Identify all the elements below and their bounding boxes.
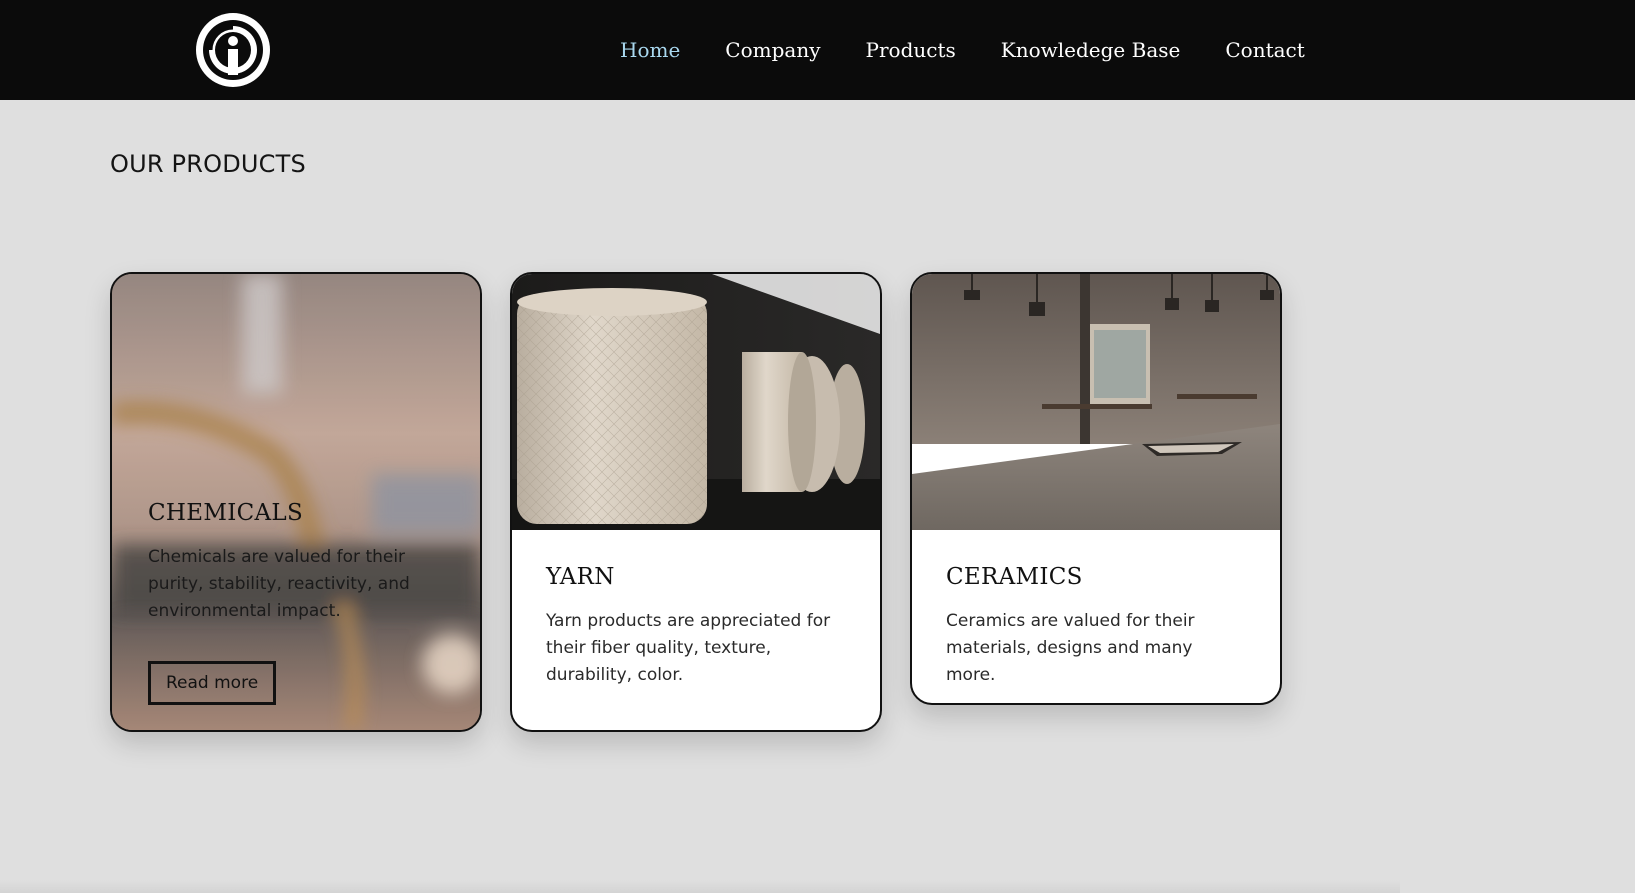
nav-item-contact[interactable]: Contact (1225, 38, 1304, 62)
ceramics-photo (912, 274, 1280, 530)
card-description: Chemicals are valued for their purity, s… (148, 547, 410, 621)
top-navigation-bar: Home Company Products Knowledege Base Co… (0, 0, 1635, 100)
nav-item-home[interactable]: Home (620, 38, 680, 62)
yarn-photo (512, 274, 880, 530)
product-card-yarn[interactable]: YARN Yarn products are appreciated for t… (510, 272, 882, 732)
product-card-ceramics[interactable]: CERAMICS Ceramics are valued for their m… (910, 272, 1282, 705)
card-title: YARN (546, 564, 615, 590)
nav-item-knowledge-base[interactable]: Knowledege Base (1001, 38, 1181, 62)
product-card-chemicals[interactable]: CHEMICALS Chemicals are valued for their… (110, 272, 482, 732)
page-bottom-shadow (0, 880, 1400, 893)
chemicals-card-content: CHEMICALS Chemicals are valued for their… (148, 496, 448, 705)
card-title: CHEMICALS (148, 500, 304, 526)
nav-item-products[interactable]: Products (866, 38, 956, 62)
card-title: CERAMICS (946, 564, 1083, 590)
section-title: OUR PRODUCTS (110, 150, 306, 178)
brand-logo-icon[interactable] (193, 10, 273, 90)
read-more-button[interactable]: Read more (148, 661, 277, 705)
card-description: Yarn products are appreciated for their … (546, 611, 831, 685)
main-nav: Home Company Products Knowledege Base Co… (620, 0, 1305, 100)
nav-item-company[interactable]: Company (725, 38, 820, 62)
card-description: Ceramics are valued for their materials,… (946, 611, 1195, 685)
